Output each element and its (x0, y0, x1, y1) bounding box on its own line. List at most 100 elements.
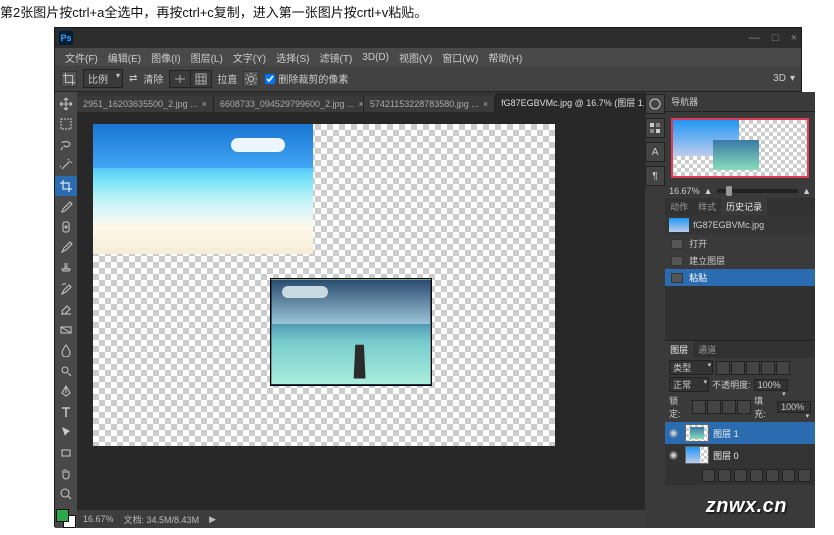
history-document-header[interactable]: fG87EGBVMc.jpg (665, 215, 815, 235)
filter-pixel-icon[interactable] (716, 361, 730, 375)
close-tab-icon[interactable]: × (483, 99, 488, 109)
paragraph-panel-icon[interactable]: ¶ (645, 166, 665, 186)
foreground-color[interactable] (56, 509, 69, 522)
zoom-out-icon[interactable]: ▲ (704, 186, 713, 196)
hand-tool[interactable] (55, 464, 77, 484)
gradient-tool[interactable] (55, 320, 77, 340)
blur-tool[interactable] (55, 340, 77, 360)
menu-3d[interactable]: 3D(D) (358, 52, 393, 63)
preset-dropdown[interactable]: 比例 (83, 69, 123, 88)
doc-tab-1[interactable]: 6608733_094529799600_2.jpg ...× (214, 96, 364, 112)
menu-layer[interactable]: 图层(L) (187, 50, 227, 65)
tab-actions[interactable]: 动作 (665, 198, 693, 215)
menu-filter[interactable]: 滤镜(T) (316, 50, 357, 65)
magic-wand-tool[interactable] (55, 156, 77, 176)
visibility-eye-icon[interactable]: ◉ (669, 450, 681, 461)
opacity-value[interactable]: 100% (754, 379, 788, 391)
path-selection-tool[interactable] (55, 423, 77, 443)
zoom-in-icon[interactable]: ▲ (802, 186, 811, 196)
menu-image[interactable]: 图像(I) (147, 50, 184, 65)
zoom-slider[interactable] (717, 189, 799, 193)
group-icon[interactable] (766, 469, 779, 482)
lock-all-icon[interactable] (737, 400, 751, 414)
window-minimize-icon[interactable]: — (749, 32, 760, 44)
swap-dimensions-icon[interactable]: ⇄ (129, 73, 137, 84)
delete-layer-icon[interactable] (798, 469, 811, 482)
tab-layers[interactable]: 图层 (665, 341, 693, 358)
eraser-tool[interactable] (55, 299, 77, 319)
menu-edit[interactable]: 编辑(E) (104, 50, 145, 65)
history-item-new-layer[interactable]: 建立图层 (665, 252, 815, 269)
arrow-down-icon[interactable]: ▾ (790, 73, 795, 84)
history-brush-tool[interactable] (55, 279, 77, 299)
tab-channels[interactable]: 通道 (693, 341, 721, 358)
dodge-tool[interactable] (55, 361, 77, 381)
layer-name[interactable]: 图层 0 (713, 449, 739, 462)
window-maximize-icon[interactable]: □ (772, 32, 779, 44)
menu-file[interactable]: 文件(F) (61, 50, 102, 65)
rectangle-tool[interactable] (55, 443, 77, 463)
color-swatches[interactable] (56, 509, 76, 529)
adjustment-layer-icon[interactable] (750, 469, 763, 482)
lock-transparent-icon[interactable] (692, 400, 706, 414)
history-item-paste[interactable]: 粘贴 (665, 269, 815, 286)
layer-name[interactable]: 图层 1 (713, 427, 739, 440)
layer-style-icon[interactable] (718, 469, 731, 482)
filter-adjustment-icon[interactable] (731, 361, 745, 375)
filter-type-icon[interactable] (746, 361, 760, 375)
settings-gear-icon[interactable] (243, 71, 259, 87)
layer-row-1[interactable]: ◉ 图层 1 (665, 422, 815, 444)
menu-help[interactable]: 帮助(H) (484, 50, 526, 65)
zoom-tool[interactable] (55, 484, 77, 504)
3d-mode-button[interactable]: 3D (773, 73, 786, 84)
zoom-value[interactable]: 16.67% (669, 186, 700, 196)
crop-tool[interactable] (55, 176, 77, 196)
healing-brush-tool[interactable] (55, 217, 77, 237)
menu-select[interactable]: 选择(S) (272, 50, 313, 65)
lock-position-icon[interactable] (722, 400, 736, 414)
eyedropper-tool[interactable] (55, 197, 77, 217)
blend-mode-dropdown[interactable]: 正常 (669, 377, 709, 392)
status-doc-info[interactable]: 文档: 34.5M/8.43M (124, 513, 200, 526)
pen-tool[interactable] (55, 381, 77, 401)
navigator-preview[interactable] (671, 118, 809, 178)
clear-button[interactable]: 清除 (143, 71, 163, 86)
fill-value[interactable]: 100% (777, 401, 811, 413)
overlay-grid-icon[interactable] (190, 70, 212, 88)
document-canvas[interactable] (93, 124, 555, 446)
character-panel-icon[interactable]: A (645, 142, 665, 162)
move-tool[interactable] (55, 94, 77, 114)
marquee-tool[interactable] (55, 115, 77, 135)
window-close-icon[interactable]: × (791, 32, 797, 44)
clone-stamp-tool[interactable] (55, 258, 77, 278)
layer-thumbnail[interactable] (685, 446, 709, 464)
lasso-tool[interactable] (55, 135, 77, 155)
layer-kind-filter[interactable]: 类型 (669, 360, 713, 375)
canvas-viewport[interactable] (77, 112, 645, 510)
layer-thumbnail[interactable] (685, 424, 709, 442)
link-layers-icon[interactable] (702, 469, 715, 482)
delete-cropped-checkbox[interactable]: 删除裁剪的像素 (265, 71, 348, 86)
history-item-open[interactable]: 打开 (665, 235, 815, 252)
straighten-button[interactable] (169, 70, 191, 88)
checkbox-input[interactable] (265, 74, 275, 84)
status-zoom[interactable]: 16.67% (83, 514, 114, 524)
color-panel-icon[interactable] (645, 94, 665, 114)
new-layer-icon[interactable] (782, 469, 795, 482)
filter-shape-icon[interactable] (761, 361, 775, 375)
doc-tab-3[interactable]: fG87EGBVMc.jpg @ 16.7% (图层 1, RGB/8#) *× (495, 93, 645, 112)
close-tab-icon[interactable]: × (202, 99, 207, 109)
menu-view[interactable]: 视图(V) (395, 50, 436, 65)
lock-pixels-icon[interactable] (707, 400, 721, 414)
menu-type[interactable]: 文字(Y) (229, 50, 270, 65)
crop-tool-icon[interactable] (61, 71, 77, 87)
visibility-eye-icon[interactable]: ◉ (669, 428, 681, 439)
layer-mask-icon[interactable] (734, 469, 747, 482)
tab-history[interactable]: 历史记录 (721, 198, 767, 215)
type-tool[interactable] (55, 402, 77, 422)
doc-tab-0[interactable]: 2951_16203635500_2.jpg ...× (77, 96, 214, 112)
layer-row-0[interactable]: ◉ 图层 0 (665, 444, 815, 466)
status-arrow-icon[interactable]: ▶ (209, 514, 216, 525)
swatches-panel-icon[interactable] (645, 118, 665, 138)
doc-tab-2[interactable]: 57421153228783580.jpg ...× (364, 96, 495, 112)
